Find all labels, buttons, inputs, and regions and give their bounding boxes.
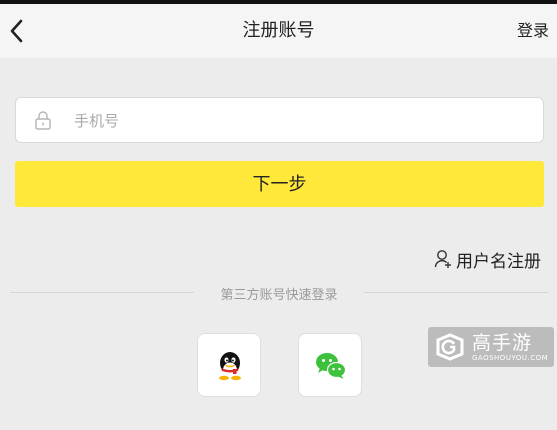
chevron-left-icon [10, 19, 23, 43]
lock-icon [35, 111, 51, 130]
header-bar: 注册账号 登录 [0, 4, 557, 58]
watermark-domain: GAOSHOUYOU.COM [472, 354, 549, 362]
watermark-logo: 高手游 GAOSHOUYOU.COM [428, 327, 554, 367]
qq-icon [219, 352, 241, 381]
username-register-link[interactable]: 用户名注册 [434, 246, 541, 272]
phone-field[interactable] [15, 97, 544, 144]
username-register-label: 用户名注册 [456, 251, 541, 272]
back-button[interactable] [6, 16, 30, 46]
divider-right [364, 292, 548, 293]
gaoshouyou-logo-icon [436, 333, 464, 361]
wechat-icon [316, 353, 347, 379]
third-party-login-label: 第三方账号快速登录 [220, 288, 338, 303]
divider-left [10, 292, 194, 293]
qq-login-button[interactable] [197, 333, 261, 397]
wechat-login-button[interactable] [298, 333, 362, 397]
watermark-brand: 高手游 [472, 332, 533, 354]
login-link[interactable]: 登录 [517, 4, 549, 58]
page-title: 注册账号 [242, 20, 315, 41]
user-add-icon [434, 250, 451, 268]
next-step-button[interactable]: 下一步 [15, 161, 544, 207]
phone-input[interactable] [72, 98, 536, 144]
